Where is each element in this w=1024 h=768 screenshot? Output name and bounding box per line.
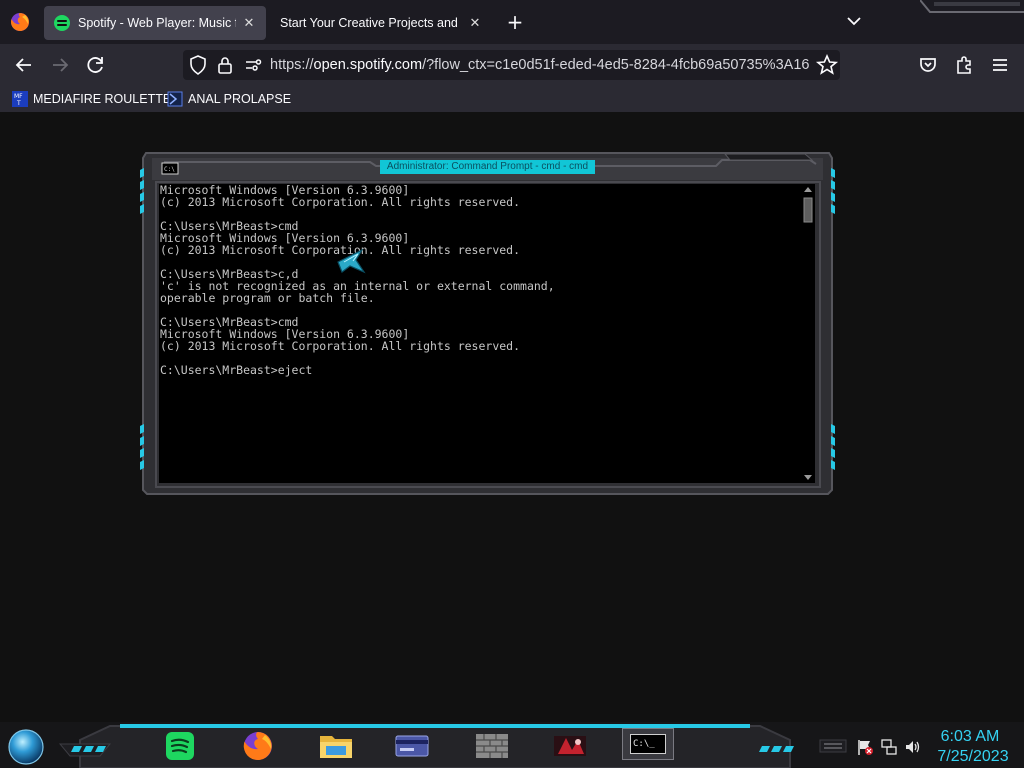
bookmark-anal-prolapse[interactable]: ANAL PROLAPSE [167, 90, 291, 108]
reload-icon[interactable] [84, 53, 108, 77]
scroll-thumb [803, 197, 813, 223]
console-line: C:\Users\MrBeast>eject [160, 363, 313, 377]
network-icon[interactable] [880, 738, 898, 756]
lock-icon[interactable] [213, 53, 237, 77]
console-output[interactable]: Microsoft Windows [Version 6.3.9600] (c) … [159, 184, 801, 483]
game-app-task-icon[interactable] [550, 728, 590, 764]
back-arrow-icon[interactable] [12, 53, 36, 77]
bookmark-label: ANAL PROLAPSE [188, 92, 292, 106]
url-scheme: https:// [270, 57, 314, 73]
mouse-cursor-icon [337, 248, 366, 274]
card-app-task-icon[interactable] [392, 728, 432, 764]
spotify-icon [54, 15, 70, 31]
tab-title: Start Your Creative Projects and Dow [280, 16, 462, 30]
bookmark-icon [167, 91, 183, 107]
command-prompt-label: C:\_ [630, 734, 666, 754]
console-title[interactable]: Administrator: Command Prompt - cmd - cm… [380, 160, 595, 174]
bookmark-label: MEDIAFIRE ROULETTER [33, 92, 181, 106]
tab-title: Spotify - Web Player: Music for [78, 16, 236, 30]
svg-text:C:\: C:\ [164, 166, 175, 173]
tab-creative-projects[interactable]: Start Your Creative Projects and Dow ✕ [270, 6, 492, 40]
clock-date[interactable]: 7/25/2023 [925, 747, 1021, 767]
spotify-task-icon[interactable] [160, 728, 200, 764]
close-icon[interactable]: ✕ [242, 15, 256, 31]
tab-spotify[interactable]: Spotify - Web Player: Music for ✕ [44, 6, 266, 40]
console-line: operable program or batch file. [160, 291, 375, 305]
pocket-icon[interactable] [916, 53, 940, 77]
bookmark-mediafire-rouletter[interactable]: MF T MEDIAFIRE ROULETTER [12, 90, 180, 108]
new-tab-button[interactable]: + [504, 10, 526, 34]
firefox-task-icon[interactable] [238, 728, 278, 764]
permissions-icon[interactable] [241, 53, 265, 77]
url-path: /?flow_ctx=c1e0d51f-eded-4ed5-8284-4fcb6… [422, 57, 810, 73]
url-host: open.spotify.com [313, 57, 423, 73]
window-frame-decoration [920, 0, 1024, 13]
svg-text:T: T [16, 100, 21, 107]
chevron-down-icon[interactable] [844, 11, 864, 31]
console-scrollbar[interactable] [801, 184, 815, 483]
tracking-shield-icon[interactable] [186, 53, 210, 77]
volume-icon[interactable] [904, 738, 922, 756]
console-line: (c) 2013 Microsoft Corporation. All righ… [160, 195, 521, 209]
console-line: (c) 2013 Microsoft Corporation. All righ… [160, 339, 521, 353]
extensions-puzzle-icon[interactable] [952, 53, 976, 77]
bookmark-star-icon[interactable] [815, 53, 839, 77]
action-center-flag-icon[interactable] [856, 738, 874, 756]
close-icon[interactable]: ✕ [468, 15, 482, 31]
start-orb-icon[interactable] [6, 728, 46, 766]
svg-text:MF: MF [14, 93, 23, 100]
clock-time[interactable]: 6:03 AM [925, 727, 1015, 747]
file-explorer-task-icon[interactable] [316, 728, 356, 764]
mediafire-icon: MF T [12, 91, 28, 107]
url-text[interactable]: https://open.spotify.com/?flow_ctx=c1e0d… [270, 55, 810, 75]
firefox-menu-icon[interactable] [8, 10, 32, 34]
console-lines: Microsoft Windows [Version 6.3.9600] (c) … [160, 184, 555, 376]
tab-bar: Spotify - Web Player: Music for ✕ Start … [0, 0, 1024, 44]
forward-arrow-icon[interactable] [48, 53, 72, 77]
command-prompt-task-icon[interactable]: C:\_ [622, 728, 674, 760]
hamburger-menu-icon[interactable] [988, 53, 1012, 77]
wall-app-task-icon[interactable] [472, 728, 512, 764]
